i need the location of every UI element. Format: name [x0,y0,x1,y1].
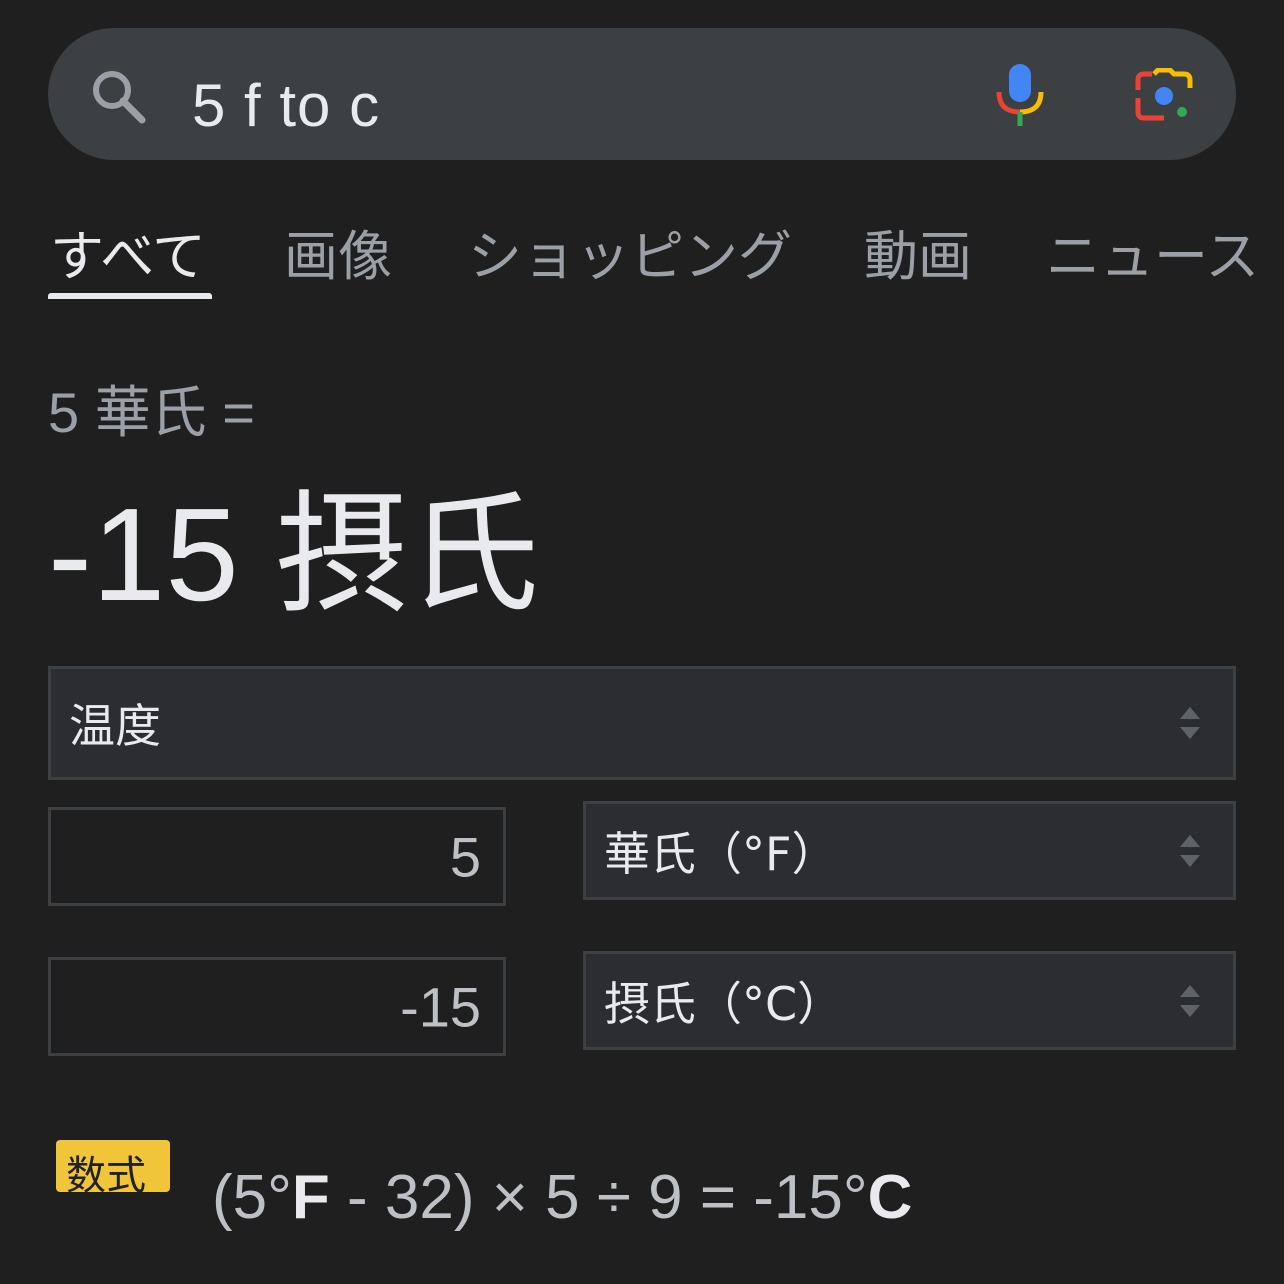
tab-all[interactable]: すべて [50,222,206,292]
google-search-results-page: 5 f to c すべて 画像 ショッピング 動画 ニュース 5 華氏 = -1… [0,0,1284,1284]
search-icon[interactable] [88,66,148,126]
unit-category-select[interactable]: 温度 [48,666,1236,780]
from-unit-label: 華氏（°F） [604,826,838,881]
conversion-input-summary: 5 華氏 = [48,381,255,444]
tab-shopping[interactable]: ショッピング [468,222,792,292]
to-value: -15 [400,975,481,1038]
active-tab-indicator [48,293,212,299]
select-updown-icon [1180,834,1200,867]
unit-category-label: 温度 [69,699,161,753]
tab-videos[interactable]: 動画 [864,222,972,292]
formula-middle: - 32) × 5 ÷ 9 = -15° [329,1163,868,1232]
formula-text: (5°F - 32) × 5 ÷ 9 = -15°C [212,1160,912,1236]
to-unit-select[interactable]: 摂氏（°C） [583,951,1236,1050]
lens-icon[interactable] [1134,68,1194,124]
formula-badge-label: 数式 [66,1153,146,1192]
to-unit-label: 摂氏（°C） [604,976,844,1031]
tab-news[interactable]: ニュース [1046,222,1259,292]
to-value-input[interactable]: -15 [48,957,506,1056]
formula-badge: 数式 [56,1140,170,1192]
from-value-input[interactable]: 5 [48,807,506,906]
select-updown-icon [1180,707,1200,739]
tab-images[interactable]: 画像 [284,222,392,292]
formula-unit-f: F [291,1163,330,1232]
conversion-result: -15 摂氏 [48,481,540,628]
from-unit-select[interactable]: 華氏（°F） [583,801,1236,900]
search-input[interactable]: 5 f to c [192,68,380,144]
from-value: 5 [449,825,481,888]
formula-open: (5° [212,1163,292,1232]
mic-icon[interactable] [994,62,1046,128]
formula-unit-c: C [867,1163,913,1232]
select-updown-icon [1180,984,1200,1017]
